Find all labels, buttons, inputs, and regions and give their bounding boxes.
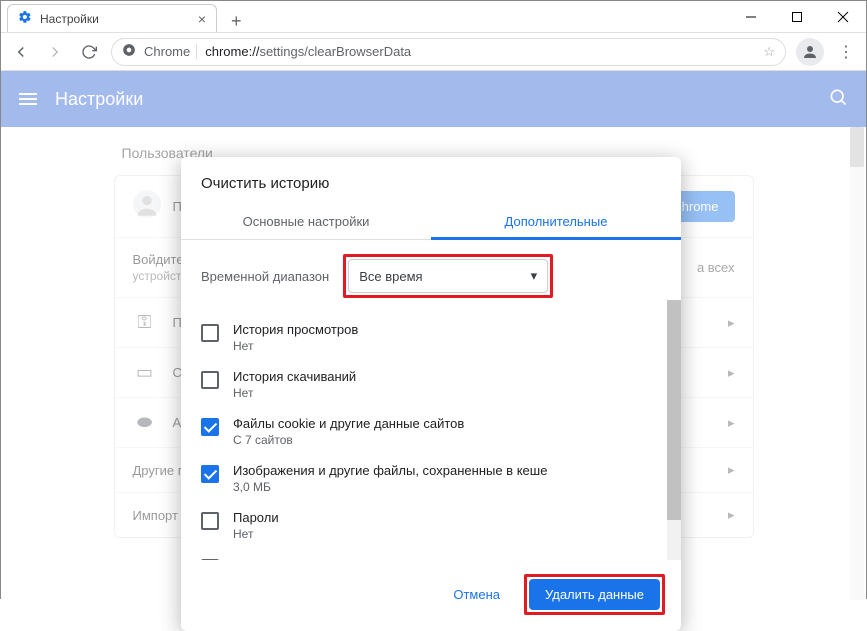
cancel-button[interactable]: Отмена (439, 579, 514, 610)
window-maximize-button[interactable] (774, 1, 820, 33)
dialog-scrollbar[interactable] (667, 300, 681, 560)
nav-reload-button[interactable] (77, 40, 101, 64)
clear-item-row[interactable]: ПаролиНет (201, 502, 673, 549)
clear-item-text: ПаролиНет (233, 510, 279, 541)
clear-item-row[interactable]: Данные для автозаполнения (201, 549, 673, 560)
time-range-row: Временной диапазон Все время ▾ (201, 254, 673, 298)
window-close-button[interactable] (820, 1, 866, 33)
tab-basic[interactable]: Основные настройки (181, 204, 431, 239)
tab-advanced[interactable]: Дополнительные (431, 204, 681, 239)
address-bar[interactable]: Chrome chrome://settings/clearBrowserDat… (111, 38, 786, 66)
checkbox[interactable] (201, 324, 219, 342)
clear-item-text: История скачиванийНет (233, 369, 356, 400)
tab-strip: Настройки × + (1, 1, 728, 32)
clear-item-text: Изображения и другие файлы, сохраненные … (233, 463, 547, 494)
checkbox[interactable] (201, 559, 219, 560)
nav-back-button[interactable] (9, 40, 33, 64)
tab-title: Настройки (40, 12, 190, 26)
clear-item-row[interactable]: История просмотровНет (201, 314, 673, 361)
clear-browsing-data-dialog: Очистить историю Основные настройки Допо… (181, 157, 681, 631)
dialog-footer: Отмена Удалить данные (181, 560, 681, 631)
clear-item-text: Данные для автозаполнения (233, 557, 407, 560)
browser-toolbar: Chrome chrome://settings/clearBrowserDat… (1, 33, 866, 71)
clear-items-list: История просмотровНет История скачиванийН… (201, 314, 673, 560)
address-product-label: Chrome (144, 44, 197, 59)
time-range-value: Все время (359, 269, 422, 284)
nav-forward-button[interactable] (43, 40, 67, 64)
checkbox[interactable] (201, 512, 219, 530)
bookmark-star-icon[interactable]: ☆ (763, 44, 775, 60)
checkbox[interactable] (201, 371, 219, 389)
browser-tab-active[interactable]: Настройки × (7, 4, 217, 32)
clear-item-row[interactable]: История скачиванийНет (201, 361, 673, 408)
profile-avatar-button[interactable] (796, 38, 824, 66)
kebab-menu-button[interactable]: ⋮ (834, 40, 858, 64)
tab-close-icon[interactable]: × (198, 11, 206, 27)
time-range-select[interactable]: Все время ▾ (348, 259, 548, 293)
clear-item-text: История просмотровНет (233, 322, 358, 353)
clear-item-text: Файлы cookie и другие данные сайтовС 7 с… (233, 416, 464, 447)
clear-data-button[interactable]: Удалить данные (529, 579, 660, 610)
settings-page: Настройки Пользователи П Chrome Войдите … (1, 71, 866, 600)
confirm-button-highlight: Удалить данные (524, 574, 665, 615)
new-tab-button[interactable]: + (225, 11, 248, 32)
time-range-highlight: Все время ▾ (343, 254, 553, 298)
dialog-tabs: Основные настройки Дополнительные (181, 204, 681, 240)
clear-item-row[interactable]: Файлы cookie и другие данные сайтовС 7 с… (201, 408, 673, 455)
window-titlebar: Настройки × + (1, 1, 866, 33)
dialog-title: Очистить историю (181, 157, 681, 204)
checkbox[interactable] (201, 418, 219, 436)
checkbox[interactable] (201, 465, 219, 483)
window-minimize-button[interactable] (728, 1, 774, 33)
window-controls (728, 1, 866, 33)
time-range-label: Временной диапазон (201, 269, 329, 284)
dialog-body: Временной диапазон Все время ▾ История п… (181, 240, 681, 560)
settings-gear-icon (18, 10, 32, 27)
address-url: chrome://settings/clearBrowserData (205, 44, 411, 59)
dropdown-arrow-icon: ▾ (531, 268, 538, 284)
chrome-product-icon (122, 43, 136, 60)
clear-item-row[interactable]: Изображения и другие файлы, сохраненные … (201, 455, 673, 502)
